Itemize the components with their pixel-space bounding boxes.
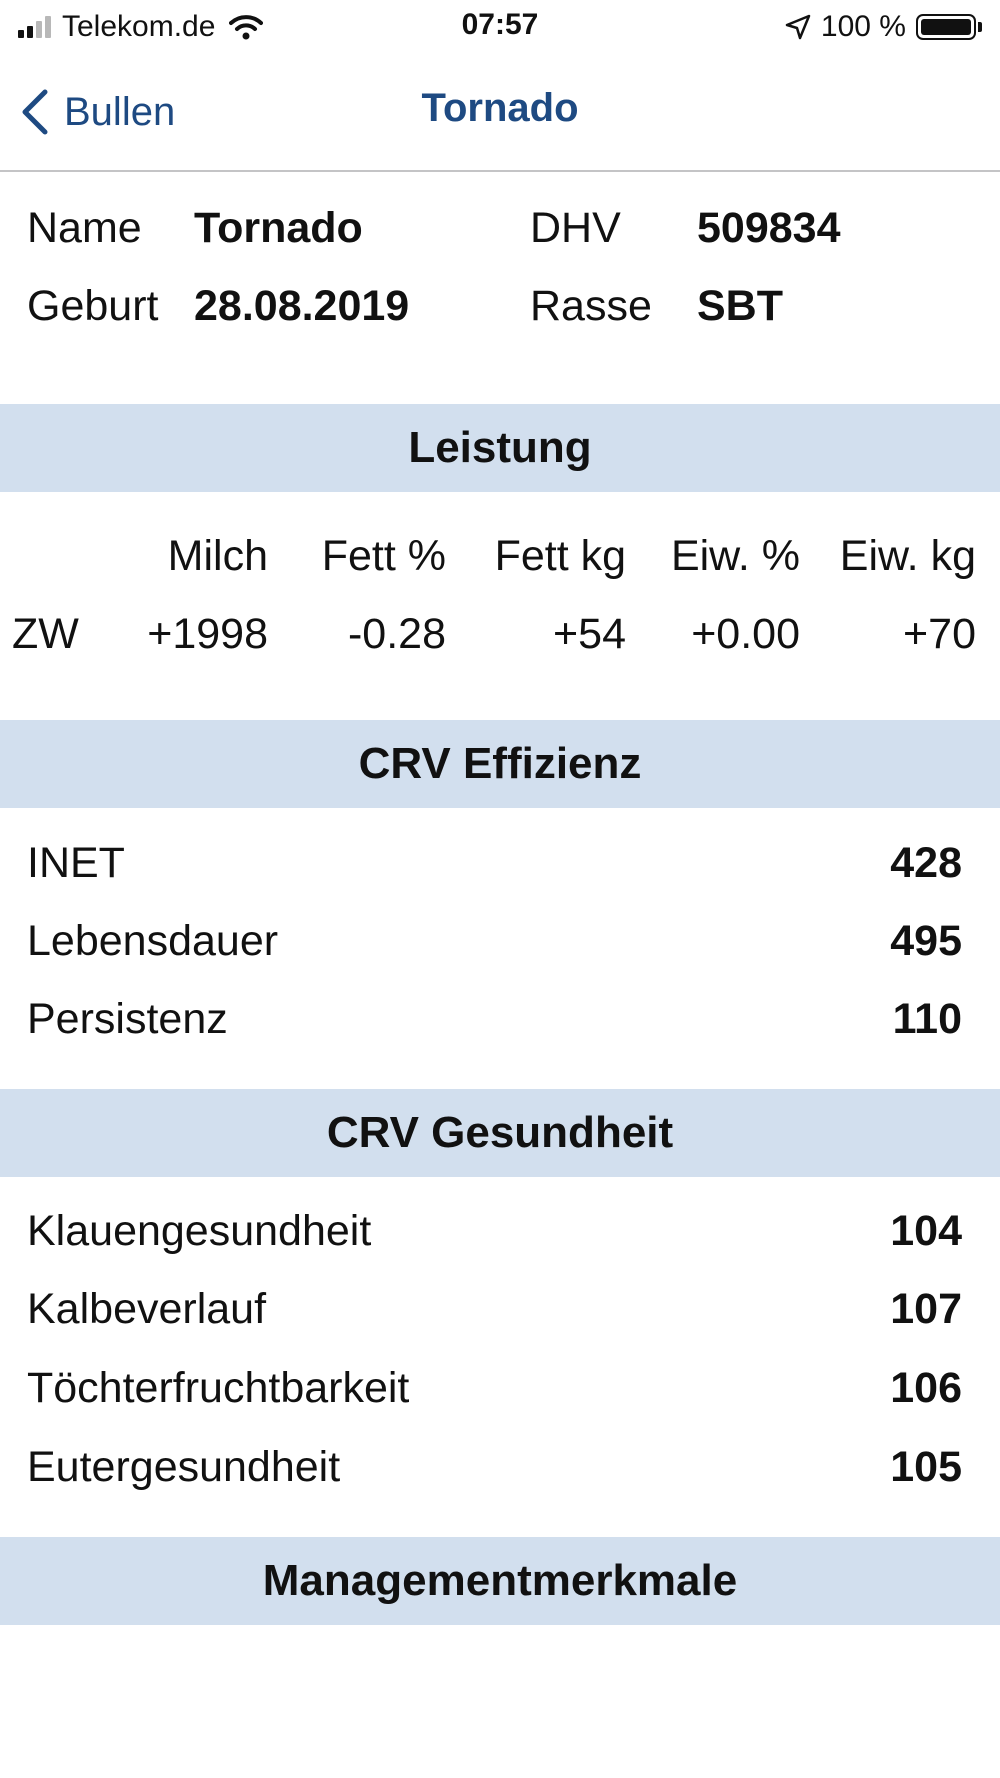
item-label: Persistenz (27, 995, 228, 1043)
item-label: Kalbeverlauf (27, 1285, 267, 1333)
name-value: Tornado (194, 204, 363, 252)
location-arrow-icon (785, 14, 811, 40)
name-label: Name (27, 204, 142, 252)
column-header: Eiw. kg (839, 532, 976, 580)
section-header-efficiency: CRV Effizienz (0, 720, 1000, 808)
section-header-management: Managementmerkmale (0, 1537, 1000, 1625)
item-label: Töchterfruchtbarkeit (27, 1364, 410, 1412)
bull-info: Name Tornado DHV 509834 Geburt 28.08.201… (0, 172, 1000, 402)
row-label: ZW (12, 610, 79, 658)
table-cell: -0.28 (347, 610, 446, 658)
table-cell: +54 (553, 610, 626, 658)
list-item: Klauengesundheit 104 (0, 1192, 1000, 1270)
item-value: 105 (890, 1443, 962, 1491)
table-cell: +70 (903, 610, 976, 658)
list-item: Töchterfruchtbarkeit 106 (0, 1349, 1000, 1427)
list-item: INET 428 (0, 824, 1000, 902)
column-header: Eiw. % (670, 532, 800, 580)
birth-value: 28.08.2019 (194, 282, 410, 330)
status-right: 100 % (785, 8, 982, 46)
item-value: 428 (890, 839, 962, 887)
table-cell: +0.00 (691, 610, 800, 658)
section-header-health: CRV Gesundheit (0, 1089, 1000, 1177)
bull-detail-screen: Telekom.de 07:57 100 % Bullen Tornado Na… (0, 0, 1000, 1778)
column-header: Milch (167, 532, 268, 580)
table-cell: +1998 (147, 610, 268, 658)
navigation-bar: Bullen Tornado (0, 54, 1000, 172)
item-label: Lebensdauer (27, 917, 279, 965)
column-header: Fett kg (494, 532, 626, 580)
column-header: Fett % (321, 532, 446, 580)
section-header-performance: Leistung (0, 404, 1000, 492)
item-label: INET (27, 839, 125, 887)
item-value: 110 (892, 995, 962, 1043)
list-item: Kalbeverlauf 107 (0, 1270, 1000, 1348)
performance-table: Milch Fett % Fett kg Eiw. % Eiw. kg ZW +… (0, 520, 1000, 680)
list-item: Lebensdauer 495 (0, 902, 1000, 980)
list-item: Eutergesundheit 105 (0, 1428, 1000, 1506)
item-value: 104 (890, 1207, 962, 1255)
item-label: Eutergesundheit (27, 1443, 341, 1491)
item-value: 106 (890, 1364, 962, 1412)
battery-percent: 100 % (820, 10, 906, 43)
status-bar: Telekom.de 07:57 100 % (0, 0, 1000, 54)
page-title: Tornado (421, 86, 579, 130)
battery-tip (978, 22, 982, 32)
battery-icon (916, 14, 976, 40)
item-value: 495 (890, 917, 962, 965)
item-label: Klauengesundheit (27, 1207, 372, 1255)
list-item: Persistenz 110 (0, 980, 1000, 1058)
dhv-label: DHV (530, 204, 621, 252)
birth-label: Geburt (27, 282, 159, 330)
breed-label: Rasse (530, 282, 652, 330)
dhv-value: 509834 (697, 204, 841, 252)
item-value: 107 (890, 1285, 962, 1333)
breed-value: SBT (697, 282, 783, 330)
